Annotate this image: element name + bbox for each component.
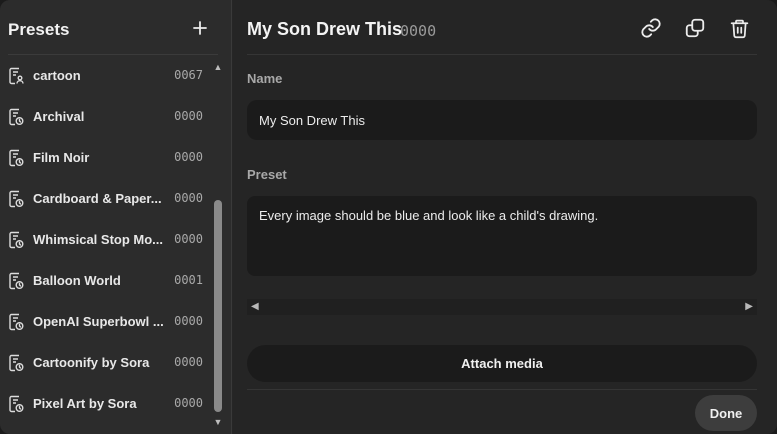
- preset-list-item[interactable]: Cardboard & Paper... 0000: [0, 178, 210, 219]
- sidebar-title: Presets: [8, 20, 70, 39]
- preset-item-label: Cardboard & Paper...: [33, 191, 162, 206]
- preset-item-code: 0000: [174, 232, 203, 246]
- preset-item-label: Whimsical Stop Mo...: [33, 232, 164, 247]
- preset-clock-icon: [8, 272, 24, 290]
- preset-item-label: Pixel Art by Sora: [33, 396, 137, 411]
- scroll-left-arrow-icon[interactable]: ◀: [251, 301, 259, 312]
- link-icon: [641, 18, 661, 38]
- preset-list-item[interactable]: cartoon 0067: [0, 55, 210, 96]
- preset-item-code: 0000: [174, 191, 203, 205]
- preset-item-label: Archival: [33, 109, 85, 124]
- preset-list-item[interactable]: Cartoonify by Sora 0000: [0, 342, 210, 383]
- preset-item-label: Film Noir: [33, 150, 90, 165]
- delete-button[interactable]: [726, 15, 752, 41]
- header-divider: [247, 54, 757, 55]
- preset-list-item[interactable]: OpenAI Superbowl ... 0000: [0, 301, 210, 342]
- sidebar-scrollbar[interactable]: ▲ ▼: [212, 62, 224, 430]
- preset-title: My Son Drew This: [247, 19, 403, 39]
- preset-item-label: OpenAI Superbowl ...: [33, 314, 164, 329]
- preset-list-item[interactable]: Film Noir 0000: [0, 137, 210, 178]
- name-label: Name: [247, 71, 283, 86]
- preset-clock-icon: [8, 231, 24, 249]
- preset-item-code: 0067: [174, 68, 203, 82]
- duplicate-button[interactable]: [682, 15, 708, 41]
- scroll-right-arrow-icon[interactable]: ▶: [745, 301, 753, 312]
- preset-item-code: 0001: [174, 273, 203, 287]
- copy-link-button[interactable]: [638, 15, 664, 41]
- footer-divider: [247, 389, 757, 390]
- preset-item-label: Balloon World: [33, 273, 121, 288]
- preset-item-code: 0000: [174, 396, 203, 410]
- trash-icon: [730, 19, 748, 38]
- preset-list-item[interactable]: Balloon World 0001: [0, 260, 210, 301]
- preset-textarea[interactable]: Every image should be blue and look like…: [247, 196, 757, 276]
- preset-item-code: 0000: [174, 355, 203, 369]
- preset-person-icon: [8, 67, 24, 85]
- done-button[interactable]: Done: [695, 395, 757, 431]
- attach-media-button[interactable]: Attach media: [247, 345, 757, 382]
- preset-editor-window: Presets cartoon 0067 Archival 0000 Film Noir…: [0, 0, 777, 434]
- scrollbar-thumb[interactable]: [214, 200, 222, 412]
- add-preset-button[interactable]: [189, 17, 211, 39]
- preset-list-item[interactable]: Whimsical Stop Mo... 0000: [0, 219, 210, 260]
- preset-list: cartoon 0067 Archival 0000 Film Noir 0000 Card…: [0, 55, 210, 434]
- preset-item-label: Cartoonify by Sora: [33, 355, 150, 370]
- preset-item-code: 0000: [174, 150, 203, 164]
- name-input[interactable]: My Son Drew This: [247, 100, 757, 140]
- sidebar-header: Presets: [0, 0, 232, 54]
- preset-title-code: 0000: [400, 22, 437, 40]
- scroll-down-arrow-icon[interactable]: ▼: [213, 417, 223, 427]
- preset-clock-icon: [8, 354, 24, 372]
- preset-clock-icon: [8, 149, 24, 167]
- preset-item-code: 0000: [174, 109, 203, 123]
- preset-label: Preset: [247, 167, 287, 182]
- preset-list-item[interactable]: Archival 0000: [0, 96, 210, 137]
- preset-clock-icon: [8, 108, 24, 126]
- preset-item-label: cartoon: [33, 68, 81, 83]
- horizontal-scrollbar[interactable]: ◀ ▶: [247, 299, 757, 315]
- plus-icon: [193, 21, 207, 35]
- preset-detail-panel: My Son Drew This 0000 Name My Son Drew T…: [233, 0, 777, 434]
- presets-sidebar: Presets cartoon 0067 Archival 0000 Film Noir…: [0, 0, 232, 434]
- preset-clock-icon: [8, 190, 24, 208]
- preset-item-code: 0000: [174, 314, 203, 328]
- preset-list-item[interactable]: Pixel Art by Sora 0000: [0, 383, 210, 424]
- duplicate-icon: [685, 18, 705, 38]
- preset-clock-icon: [8, 313, 24, 331]
- scroll-up-arrow-icon[interactable]: ▲: [213, 62, 223, 72]
- preset-clock-icon: [8, 395, 24, 413]
